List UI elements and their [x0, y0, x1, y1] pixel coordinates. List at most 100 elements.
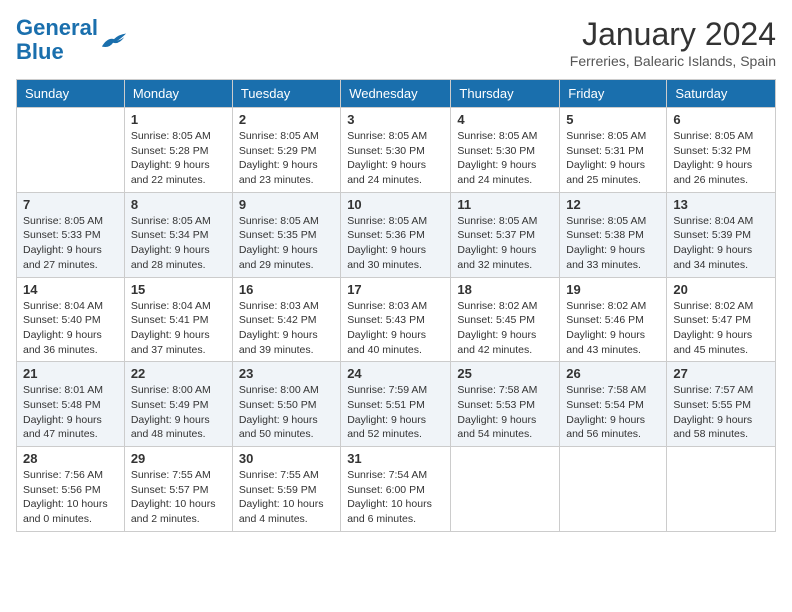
calendar-cell: 8 Sunrise: 8:05 AMSunset: 5:34 PMDayligh…: [124, 192, 232, 277]
cell-info: Sunrise: 8:03 AMSunset: 5:43 PMDaylight:…: [347, 300, 427, 356]
week-row-2: 7 Sunrise: 8:05 AMSunset: 5:33 PMDayligh…: [17, 192, 776, 277]
header-friday: Friday: [560, 80, 667, 108]
calendar-cell: 2 Sunrise: 8:05 AMSunset: 5:29 PMDayligh…: [232, 108, 340, 193]
calendar-cell: 27 Sunrise: 7:57 AMSunset: 5:55 PMDaylig…: [667, 362, 776, 447]
calendar-cell: 5 Sunrise: 8:05 AMSunset: 5:31 PMDayligh…: [560, 108, 667, 193]
day-number: 2: [239, 112, 334, 127]
calendar-cell: 26 Sunrise: 7:58 AMSunset: 5:54 PMDaylig…: [560, 362, 667, 447]
header-wednesday: Wednesday: [341, 80, 451, 108]
title-block: January 2024 Ferreries, Balearic Islands…: [570, 16, 776, 69]
cell-info: Sunrise: 8:05 AMSunset: 5:31 PMDaylight:…: [566, 130, 646, 186]
calendar-cell: 16 Sunrise: 8:03 AMSunset: 5:42 PMDaylig…: [232, 277, 340, 362]
logo-text: General Blue: [16, 16, 98, 64]
calendar-table: SundayMondayTuesdayWednesdayThursdayFrid…: [16, 79, 776, 532]
calendar-cell: 30 Sunrise: 7:55 AMSunset: 5:59 PMDaylig…: [232, 447, 340, 532]
calendar-cell: 10 Sunrise: 8:05 AMSunset: 5:36 PMDaylig…: [341, 192, 451, 277]
day-number: 27: [673, 366, 769, 381]
week-row-4: 21 Sunrise: 8:01 AMSunset: 5:48 PMDaylig…: [17, 362, 776, 447]
day-number: 6: [673, 112, 769, 127]
cell-info: Sunrise: 8:05 AMSunset: 5:29 PMDaylight:…: [239, 130, 319, 186]
day-number: 24: [347, 366, 444, 381]
cell-info: Sunrise: 8:00 AMSunset: 5:49 PMDaylight:…: [131, 384, 211, 440]
header-row: SundayMondayTuesdayWednesdayThursdayFrid…: [17, 80, 776, 108]
calendar-cell: 4 Sunrise: 8:05 AMSunset: 5:30 PMDayligh…: [451, 108, 560, 193]
calendar-cell: [667, 447, 776, 532]
calendar-cell: 1 Sunrise: 8:05 AMSunset: 5:28 PMDayligh…: [124, 108, 232, 193]
day-number: 9: [239, 197, 334, 212]
calendar-cell: 13 Sunrise: 8:04 AMSunset: 5:39 PMDaylig…: [667, 192, 776, 277]
calendar-cell: 15 Sunrise: 8:04 AMSunset: 5:41 PMDaylig…: [124, 277, 232, 362]
calendar-cell: 21 Sunrise: 8:01 AMSunset: 5:48 PMDaylig…: [17, 362, 125, 447]
cell-info: Sunrise: 7:55 AMSunset: 5:59 PMDaylight:…: [239, 469, 324, 525]
day-number: 10: [347, 197, 444, 212]
day-number: 14: [23, 282, 118, 297]
header-sunday: Sunday: [17, 80, 125, 108]
calendar-cell: [17, 108, 125, 193]
day-number: 18: [457, 282, 553, 297]
day-number: 20: [673, 282, 769, 297]
calendar-cell: 28 Sunrise: 7:56 AMSunset: 5:56 PMDaylig…: [17, 447, 125, 532]
calendar-cell: [560, 447, 667, 532]
cell-info: Sunrise: 7:58 AMSunset: 5:54 PMDaylight:…: [566, 384, 646, 440]
day-number: 3: [347, 112, 444, 127]
cell-info: Sunrise: 8:05 AMSunset: 5:30 PMDaylight:…: [457, 130, 537, 186]
day-number: 5: [566, 112, 660, 127]
cell-info: Sunrise: 8:05 AMSunset: 5:30 PMDaylight:…: [347, 130, 427, 186]
cell-info: Sunrise: 8:04 AMSunset: 5:41 PMDaylight:…: [131, 300, 211, 356]
day-number: 4: [457, 112, 553, 127]
header-monday: Monday: [124, 80, 232, 108]
page-header: General Blue January 2024 Ferreries, Bal…: [16, 16, 776, 69]
calendar-cell: 14 Sunrise: 8:04 AMSunset: 5:40 PMDaylig…: [17, 277, 125, 362]
day-number: 23: [239, 366, 334, 381]
calendar-cell: 25 Sunrise: 7:58 AMSunset: 5:53 PMDaylig…: [451, 362, 560, 447]
week-row-5: 28 Sunrise: 7:56 AMSunset: 5:56 PMDaylig…: [17, 447, 776, 532]
calendar-cell: 18 Sunrise: 8:02 AMSunset: 5:45 PMDaylig…: [451, 277, 560, 362]
day-number: 26: [566, 366, 660, 381]
day-number: 19: [566, 282, 660, 297]
cell-info: Sunrise: 8:05 AMSunset: 5:36 PMDaylight:…: [347, 215, 427, 271]
cell-info: Sunrise: 8:02 AMSunset: 5:46 PMDaylight:…: [566, 300, 646, 356]
cell-info: Sunrise: 8:04 AMSunset: 5:39 PMDaylight:…: [673, 215, 753, 271]
day-number: 31: [347, 451, 444, 466]
cell-info: Sunrise: 8:05 AMSunset: 5:32 PMDaylight:…: [673, 130, 753, 186]
day-number: 7: [23, 197, 118, 212]
cell-info: Sunrise: 7:58 AMSunset: 5:53 PMDaylight:…: [457, 384, 537, 440]
calendar-cell: 29 Sunrise: 7:55 AMSunset: 5:57 PMDaylig…: [124, 447, 232, 532]
cell-info: Sunrise: 8:05 AMSunset: 5:35 PMDaylight:…: [239, 215, 319, 271]
logo-bird-icon: [100, 29, 128, 51]
logo: General Blue: [16, 16, 128, 64]
day-number: 22: [131, 366, 226, 381]
week-row-1: 1 Sunrise: 8:05 AMSunset: 5:28 PMDayligh…: [17, 108, 776, 193]
cell-info: Sunrise: 8:02 AMSunset: 5:47 PMDaylight:…: [673, 300, 753, 356]
day-number: 1: [131, 112, 226, 127]
day-number: 8: [131, 197, 226, 212]
calendar-cell: 17 Sunrise: 8:03 AMSunset: 5:43 PMDaylig…: [341, 277, 451, 362]
calendar-cell: 24 Sunrise: 7:59 AMSunset: 5:51 PMDaylig…: [341, 362, 451, 447]
month-title: January 2024: [570, 16, 776, 53]
day-number: 25: [457, 366, 553, 381]
cell-info: Sunrise: 8:05 AMSunset: 5:34 PMDaylight:…: [131, 215, 211, 271]
day-number: 29: [131, 451, 226, 466]
cell-info: Sunrise: 7:56 AMSunset: 5:56 PMDaylight:…: [23, 469, 108, 525]
calendar-cell: 11 Sunrise: 8:05 AMSunset: 5:37 PMDaylig…: [451, 192, 560, 277]
cell-info: Sunrise: 8:05 AMSunset: 5:28 PMDaylight:…: [131, 130, 211, 186]
cell-info: Sunrise: 8:00 AMSunset: 5:50 PMDaylight:…: [239, 384, 319, 440]
header-thursday: Thursday: [451, 80, 560, 108]
day-number: 30: [239, 451, 334, 466]
day-number: 13: [673, 197, 769, 212]
cell-info: Sunrise: 8:02 AMSunset: 5:45 PMDaylight:…: [457, 300, 537, 356]
day-number: 17: [347, 282, 444, 297]
calendar-cell: 9 Sunrise: 8:05 AMSunset: 5:35 PMDayligh…: [232, 192, 340, 277]
day-number: 28: [23, 451, 118, 466]
calendar-cell: 23 Sunrise: 8:00 AMSunset: 5:50 PMDaylig…: [232, 362, 340, 447]
cell-info: Sunrise: 8:01 AMSunset: 5:48 PMDaylight:…: [23, 384, 103, 440]
calendar-cell: 12 Sunrise: 8:05 AMSunset: 5:38 PMDaylig…: [560, 192, 667, 277]
calendar-cell: 3 Sunrise: 8:05 AMSunset: 5:30 PMDayligh…: [341, 108, 451, 193]
cell-info: Sunrise: 7:59 AMSunset: 5:51 PMDaylight:…: [347, 384, 427, 440]
calendar-cell: 6 Sunrise: 8:05 AMSunset: 5:32 PMDayligh…: [667, 108, 776, 193]
calendar-cell: 31 Sunrise: 7:54 AMSunset: 6:00 PMDaylig…: [341, 447, 451, 532]
calendar-cell: 19 Sunrise: 8:02 AMSunset: 5:46 PMDaylig…: [560, 277, 667, 362]
cell-info: Sunrise: 8:03 AMSunset: 5:42 PMDaylight:…: [239, 300, 319, 356]
header-saturday: Saturday: [667, 80, 776, 108]
week-row-3: 14 Sunrise: 8:04 AMSunset: 5:40 PMDaylig…: [17, 277, 776, 362]
